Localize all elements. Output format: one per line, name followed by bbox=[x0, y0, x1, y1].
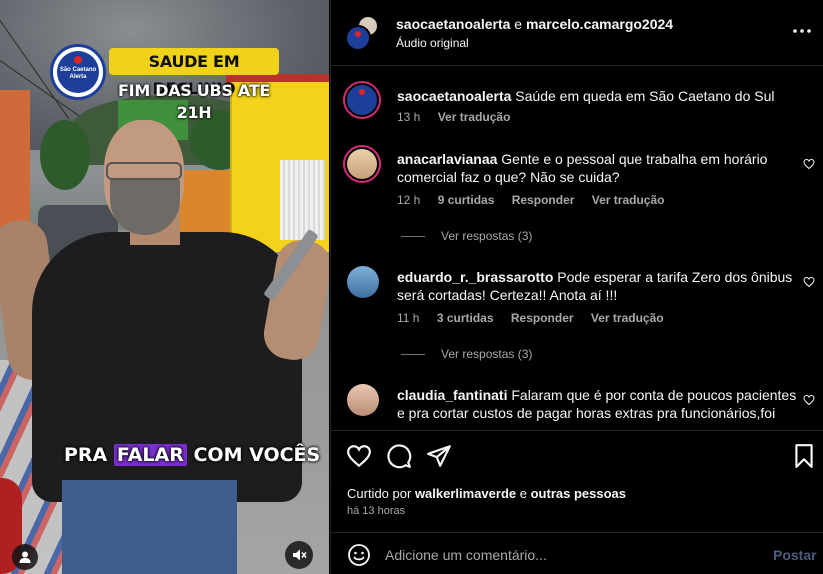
channel-logo-inner: São Caetano Alerta bbox=[57, 51, 99, 93]
post-header: saocaetanoalerta e marcelo.camargo2024 Á… bbox=[331, 0, 823, 66]
comment-item: claudia_fantinati Falaram que é por cont… bbox=[331, 381, 823, 429]
caption-highlight: FALAR bbox=[113, 444, 187, 466]
comment-body: claudia_fantinati Falaram que é por cont… bbox=[397, 386, 797, 422]
translate-link[interactable]: Ver tradução bbox=[591, 311, 664, 325]
more-options-button[interactable] bbox=[791, 20, 813, 42]
view-replies-button[interactable]: Ver respostas (3) bbox=[401, 347, 532, 361]
user-icon bbox=[19, 551, 31, 563]
liked-user-link[interactable]: walkerlimaverde bbox=[415, 486, 516, 501]
avatar[interactable] bbox=[343, 145, 381, 183]
comment-input[interactable] bbox=[385, 543, 755, 567]
comment-username[interactable]: anacarlavianaa bbox=[397, 151, 497, 167]
view-replies-label: Ver respostas (3) bbox=[441, 229, 533, 243]
tagged-users-button[interactable] bbox=[12, 544, 38, 570]
person-glasses bbox=[106, 162, 182, 180]
replies-divider bbox=[401, 353, 425, 355]
like-heart-icon[interactable] bbox=[803, 158, 815, 170]
comment-meta: 13 h Ver tradução bbox=[397, 110, 524, 124]
replies-divider bbox=[401, 235, 425, 237]
avatar[interactable] bbox=[347, 384, 379, 416]
bookmark-icon[interactable] bbox=[791, 443, 817, 469]
comment-username[interactable]: saocaetanoalerta bbox=[397, 88, 511, 104]
caption-text-before: PRA bbox=[64, 444, 108, 466]
person-jeans bbox=[62, 480, 237, 574]
liked-prefix: Curtido por bbox=[347, 486, 412, 501]
view-replies-button[interactable]: Ver respostas (3) bbox=[401, 229, 532, 243]
subheadline-banner: FIM DAS UBS ATE 21H bbox=[118, 81, 270, 122]
add-comment-bar: Postar bbox=[331, 532, 823, 574]
audio-link[interactable]: Áudio original bbox=[396, 36, 469, 50]
liked-by: Curtido por walkerlimaverde e outras pes… bbox=[347, 486, 626, 501]
muted-speaker-icon bbox=[293, 549, 307, 561]
liked-and: e bbox=[519, 486, 527, 501]
header-usernames: saocaetanoalerta e marcelo.camargo2024 bbox=[396, 16, 673, 32]
view-replies-label: Ver respostas (3) bbox=[441, 347, 533, 361]
caption-comment: saocaetanoalerta Saúde em queda em São C… bbox=[331, 81, 823, 141]
comment-bubble-icon[interactable] bbox=[386, 443, 412, 469]
post-panel: saocaetanoalerta e marcelo.camargo2024 Á… bbox=[330, 0, 823, 574]
comment-item: eduardo_r._brassarotto Pode esperar a ta… bbox=[331, 263, 823, 373]
like-heart-icon[interactable] bbox=[803, 276, 815, 288]
avatar-saocaetanoalerta[interactable] bbox=[345, 25, 371, 51]
comments-list[interactable]: saocaetanoalerta Saúde em queda em São C… bbox=[331, 67, 823, 429]
reply-button[interactable]: Responder bbox=[512, 193, 575, 207]
emoji-icon[interactable] bbox=[347, 543, 371, 567]
post-time[interactable]: há 13 horas bbox=[347, 505, 405, 517]
more-options-icon bbox=[793, 29, 811, 33]
header-user-link[interactable]: marcelo.camargo2024 bbox=[526, 16, 673, 32]
garage-door bbox=[280, 160, 325, 240]
liked-others-link[interactable]: outras pessoas bbox=[531, 486, 626, 501]
channel-logo: São Caetano Alerta bbox=[50, 44, 106, 100]
avatar[interactable] bbox=[343, 81, 381, 119]
comment-time[interactable]: 11 h bbox=[397, 311, 419, 325]
caption-text-after: COM VOCÊS bbox=[193, 444, 321, 466]
reel-video[interactable]: São Caetano Alerta SAUDE EM DECLINIO FIM… bbox=[0, 0, 329, 574]
header-separator: e bbox=[514, 16, 523, 32]
comment-username[interactable]: eduardo_r._brassarotto bbox=[397, 269, 553, 285]
comment-item: anacarlavianaa Gente e o pessoal que tra… bbox=[331, 145, 823, 255]
comment-meta: 12 h 9 curtidas Responder Ver tradução bbox=[397, 193, 678, 207]
video-caption: PRA FALAR COM VOCÊS bbox=[64, 440, 320, 470]
translate-link[interactable]: Ver tradução bbox=[592, 193, 665, 207]
reply-button[interactable]: Responder bbox=[511, 311, 574, 325]
headline-banner: SAUDE EM DECLINIO bbox=[109, 48, 279, 98]
comment-text: Saúde em queda em São Caetano do Sul bbox=[515, 88, 775, 104]
comment-time[interactable]: 12 h bbox=[397, 193, 420, 207]
like-heart-icon[interactable] bbox=[803, 394, 815, 406]
logo-text: São Caetano Alerta bbox=[59, 67, 97, 80]
comment-body: saocaetanoalerta Saúde em queda em São C… bbox=[397, 87, 797, 105]
comment-body: eduardo_r._brassarotto Pode esperar a ta… bbox=[397, 268, 797, 304]
comment-username[interactable]: claudia_fantinati bbox=[397, 387, 507, 403]
translate-link[interactable]: Ver tradução bbox=[438, 110, 511, 124]
header-user-link[interactable]: saocaetanoalerta bbox=[396, 16, 510, 32]
mute-toggle-button[interactable] bbox=[285, 541, 313, 569]
comment-likes[interactable]: 3 curtidas bbox=[437, 311, 494, 325]
orange-building bbox=[0, 90, 30, 230]
tree bbox=[40, 120, 90, 190]
share-send-icon[interactable] bbox=[426, 443, 452, 469]
post-actions: Curtido por walkerlimaverde e outras pes… bbox=[331, 430, 823, 574]
comment-time[interactable]: 13 h bbox=[397, 110, 420, 124]
comment-body: anacarlavianaa Gente e o pessoal que tra… bbox=[397, 150, 797, 186]
avatar[interactable] bbox=[347, 266, 379, 298]
logo-siren-icon bbox=[74, 56, 82, 64]
like-heart-icon[interactable] bbox=[346, 443, 372, 469]
comment-likes[interactable]: 9 curtidas bbox=[438, 193, 495, 207]
collab-avatars[interactable] bbox=[345, 15, 381, 51]
comment-meta: 11 h 3 curtidas Responder Ver tradução bbox=[397, 311, 678, 325]
post-comment-button[interactable]: Postar bbox=[773, 547, 817, 563]
